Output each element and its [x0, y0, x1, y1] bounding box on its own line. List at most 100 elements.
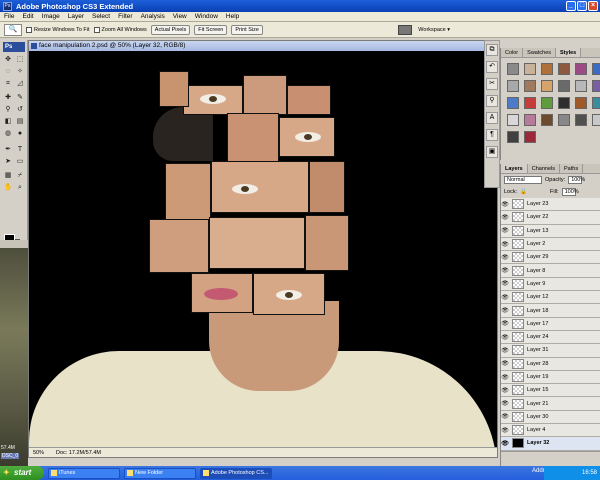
opacity-input[interactable]: 100%: [568, 176, 585, 184]
workspace-switcher[interactable]: Workspace ▾: [398, 25, 450, 35]
visibility-eye-icon[interactable]: 👁: [501, 334, 509, 341]
visibility-eye-icon[interactable]: 👁: [501, 280, 509, 287]
style-swatch[interactable]: [541, 63, 553, 75]
style-swatch[interactable]: [507, 131, 519, 143]
style-swatch[interactable]: [524, 114, 536, 126]
style-swatch[interactable]: [575, 114, 587, 126]
layer-row[interactable]: 👁 Layer 21: [501, 397, 600, 411]
tab-layers[interactable]: Layers: [501, 164, 528, 173]
layer-row[interactable]: 👁 Layer 15: [501, 384, 600, 398]
resize-windows-checkbox[interactable]: Resize Windows To Fit: [26, 26, 90, 33]
style-swatch[interactable]: [541, 80, 553, 92]
maximize-button[interactable]: □: [577, 1, 587, 11]
layer-row[interactable]: 👁 Layer 2: [501, 237, 600, 252]
checkbox-box[interactable]: [26, 26, 32, 33]
visibility-eye-icon[interactable]: 👁: [501, 254, 509, 261]
marquee-tool-icon[interactable]: ⬚: [15, 56, 25, 64]
menu-help[interactable]: Help: [226, 13, 239, 20]
visibility-eye-icon[interactable]: 👁: [501, 413, 509, 420]
layer-row[interactable]: 👁 Layer 8: [501, 264, 600, 278]
clone-stamp-tool-icon[interactable]: ⚲: [3, 106, 13, 114]
visibility-eye-icon[interactable]: 👁: [501, 227, 509, 234]
navigator-icon[interactable]: ⧉: [486, 44, 498, 56]
notes-tool-icon[interactable]: ▦: [3, 172, 13, 180]
visibility-eye-icon[interactable]: 👁: [501, 214, 509, 221]
zoom-tool-preset[interactable]: 🔍: [4, 23, 22, 36]
zoom-tool-icon[interactable]: ⌕: [15, 184, 25, 192]
minimize-button[interactable]: _: [566, 1, 576, 11]
magic-wand-tool-icon[interactable]: ✧: [15, 68, 25, 76]
visibility-eye-icon[interactable]: 👁: [501, 294, 509, 301]
visibility-eye-icon[interactable]: 👁: [501, 307, 509, 314]
menu-file[interactable]: File: [4, 13, 14, 20]
visibility-eye-icon[interactable]: 👁: [501, 360, 509, 367]
tab-swatches[interactable]: Swatches: [523, 48, 557, 57]
style-swatch[interactable]: [507, 63, 519, 75]
image-canvas[interactable]: [29, 51, 497, 447]
character-icon[interactable]: A: [486, 112, 498, 124]
style-swatch[interactable]: [524, 131, 536, 143]
checkbox-box[interactable]: [93, 26, 100, 33]
menu-analysis[interactable]: Analysis: [141, 13, 165, 20]
layer-row[interactable]: 👁 Layer 32: [501, 437, 600, 451]
taskbar-item-photoshop[interactable]: Adobe Photoshop CS...: [200, 467, 272, 479]
style-swatch[interactable]: [592, 97, 600, 109]
blur-tool-icon[interactable]: ◍: [3, 130, 13, 138]
style-swatch[interactable]: [541, 97, 553, 109]
menu-filter[interactable]: Filter: [118, 13, 132, 20]
style-swatch[interactable]: [507, 114, 519, 126]
layer-row[interactable]: 👁 Layer 24: [501, 330, 600, 345]
layer-row[interactable]: 👁 Layer 28: [501, 357, 600, 371]
workspace-label[interactable]: Workspace ▾: [418, 27, 450, 33]
history-icon[interactable]: ↶: [486, 61, 498, 73]
brush-tool-icon[interactable]: ✎: [15, 94, 25, 102]
visibility-eye-icon[interactable]: 👁: [501, 347, 509, 354]
gradient-tool-icon[interactable]: ▤: [15, 118, 25, 126]
style-swatch[interactable]: [507, 80, 519, 92]
path-selection-tool-icon[interactable]: ➤: [3, 158, 13, 166]
style-swatch[interactable]: [507, 97, 519, 109]
shape-tool-icon[interactable]: ▭: [15, 158, 25, 166]
style-swatch[interactable]: [592, 114, 600, 126]
layer-row[interactable]: 👁 Layer 29: [501, 251, 600, 265]
layer-row[interactable]: 👁 Layer 4: [501, 424, 600, 438]
pen-tool-icon[interactable]: ✒: [3, 146, 13, 154]
visibility-eye-icon[interactable]: 👁: [501, 241, 509, 248]
layer-row[interactable]: 👁 Layer 13: [501, 224, 600, 238]
visibility-eye-icon[interactable]: 👁: [501, 267, 509, 274]
start-button[interactable]: start: [0, 466, 44, 480]
fit-screen-button[interactable]: Fit Screen: [194, 24, 228, 35]
style-swatch[interactable]: [524, 63, 536, 75]
layer-row[interactable]: 👁 Layer 18: [501, 304, 600, 318]
tab-styles[interactable]: Styles: [556, 48, 582, 57]
visibility-eye-icon[interactable]: 👁: [501, 427, 509, 434]
type-tool-icon[interactable]: T: [15, 146, 25, 154]
zoom-level[interactable]: 50%: [33, 448, 44, 457]
tab-paths[interactable]: Paths: [560, 164, 584, 173]
style-swatch[interactable]: [592, 80, 600, 92]
menu-window[interactable]: Window: [195, 13, 218, 20]
menu-layer[interactable]: Layer: [68, 13, 84, 20]
layer-row[interactable]: 👁 Layer 19: [501, 370, 600, 385]
style-swatch[interactable]: [575, 80, 587, 92]
tab-color[interactable]: Color: [501, 48, 524, 57]
close-button[interactable]: ×: [588, 1, 598, 11]
visibility-eye-icon[interactable]: 👁: [501, 320, 509, 327]
layer-row[interactable]: 👁 Layer 17: [501, 317, 600, 331]
lock-icon[interactable]: 🔒: [520, 189, 527, 195]
visibility-eye-icon[interactable]: 👁: [501, 387, 509, 394]
lasso-tool-icon[interactable]: ◌: [3, 68, 13, 76]
crop-tool-icon[interactable]: ⌗: [3, 80, 13, 88]
style-swatch[interactable]: [558, 63, 570, 75]
menu-select[interactable]: Select: [92, 13, 110, 20]
menu-image[interactable]: Image: [42, 13, 60, 20]
layer-row[interactable]: 👁 Layer 12: [501, 291, 600, 305]
actual-pixels-button[interactable]: Actual Pixels: [150, 24, 191, 35]
visibility-eye-icon[interactable]: 👁: [501, 400, 509, 407]
taskbar-item-itunes[interactable]: iTunes: [48, 467, 120, 479]
paragraph-icon[interactable]: ¶: [486, 129, 498, 141]
taskbar-item-new-folder[interactable]: New Folder: [124, 467, 196, 479]
visibility-eye-icon[interactable]: 👁: [501, 201, 509, 208]
style-swatch[interactable]: [558, 97, 570, 109]
healing-brush-tool-icon[interactable]: ✚: [3, 94, 13, 102]
